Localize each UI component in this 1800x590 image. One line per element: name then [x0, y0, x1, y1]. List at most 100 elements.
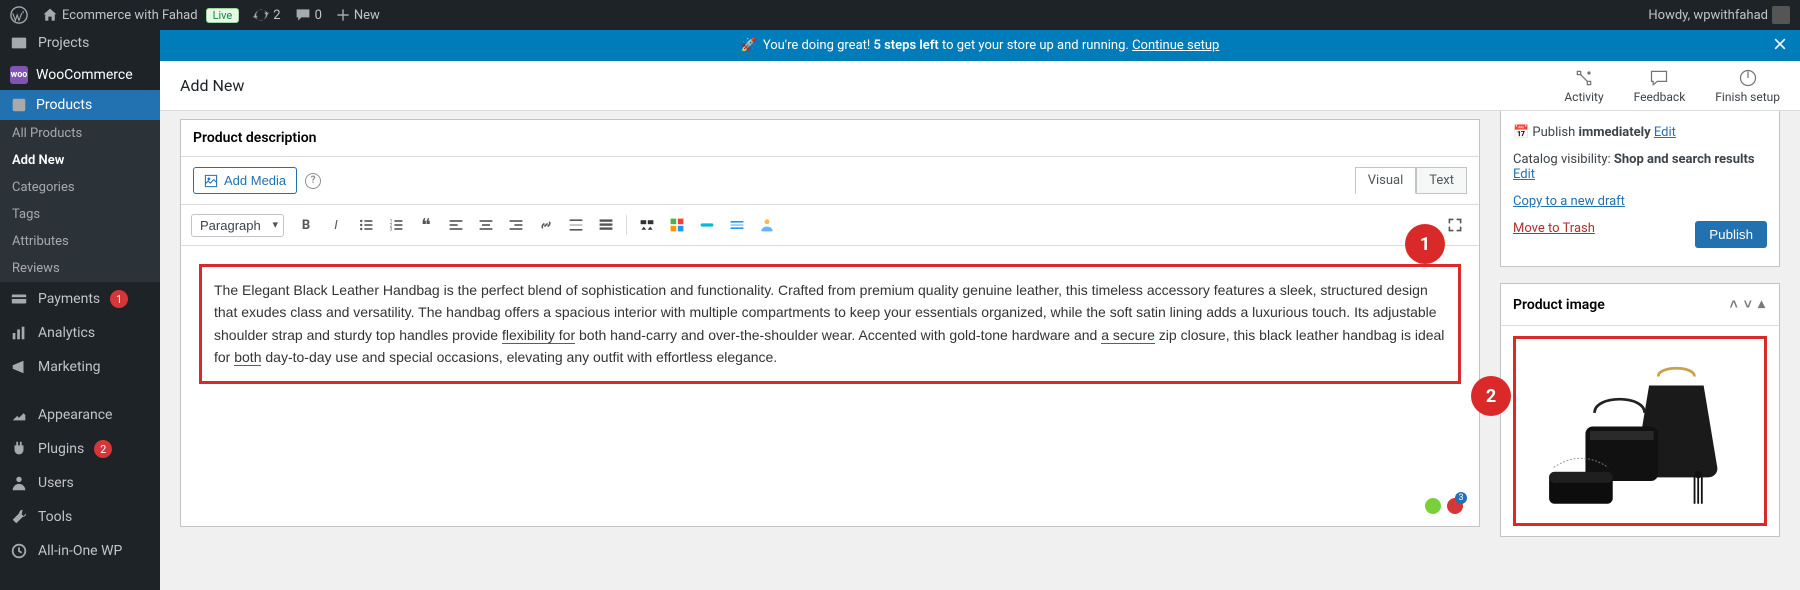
italic-icon[interactable]: I	[322, 211, 350, 239]
howdy-account[interactable]: Howdy, wpwithfahad	[1648, 6, 1790, 24]
marketing-icon	[10, 358, 28, 376]
sidebar-subitem-categories[interactable]: Categories	[0, 174, 160, 201]
site-name: Ecommerce with Fahad	[62, 8, 198, 23]
banner-prefix: You're doing great!	[763, 38, 874, 53]
sidebar-subitem-attributes[interactable]: Attributes	[0, 228, 160, 255]
product-description-box: Product description Add Media ? Visual T…	[180, 119, 1480, 527]
sidebar-label: Analytics	[38, 325, 95, 341]
woocommerce-icon: woo	[10, 66, 28, 84]
plugins-badge: 2	[94, 440, 112, 458]
hr-icon[interactable]	[723, 211, 751, 239]
comments-link[interactable]: 0	[295, 7, 322, 23]
format-select[interactable]: Paragraph	[191, 214, 284, 237]
handbag-image	[1540, 346, 1740, 516]
seo-bad-icon: 3	[1445, 496, 1465, 516]
sidebar-item-appearance[interactable]: Appearance	[0, 398, 160, 432]
panel-up-icon[interactable]: ˄	[1728, 294, 1740, 315]
sidebar-item-tools[interactable]: Tools	[0, 500, 160, 534]
updates-link[interactable]: 2	[253, 7, 280, 23]
user-icon[interactable]	[753, 211, 781, 239]
panel-toggle-icon[interactable]: ▴	[1756, 294, 1767, 315]
analytics-icon	[10, 324, 28, 342]
blockquote-icon[interactable]: ❝	[412, 211, 440, 239]
annotation-marker-2: 2	[1471, 376, 1511, 416]
tab-feedback[interactable]: Feedback	[1634, 68, 1686, 104]
page-title: Add New	[180, 76, 244, 95]
toolbar-toggle-icon[interactable]	[592, 211, 620, 239]
product-image-thumbnail[interactable]	[1513, 336, 1767, 526]
banner-text: You're doing great! 5 steps left to get …	[763, 38, 1220, 53]
backup-icon	[10, 542, 28, 560]
products-icon	[10, 96, 28, 114]
sidebar-subitem-all-products[interactable]: All Products	[0, 120, 160, 147]
editor-body[interactable]: 1 The Elegant Black Leather Handbag is t…	[181, 246, 1479, 526]
admin-bar: Ecommerce with Fahad Live 2 0 New Howdy,…	[0, 0, 1800, 30]
appearance-icon	[10, 406, 28, 424]
live-badge: Live	[206, 8, 240, 23]
updates-count: 2	[273, 8, 280, 23]
sidebar-item-marketing[interactable]: Marketing	[0, 350, 160, 384]
sidebar-item-payments[interactable]: Payments 1	[0, 282, 160, 316]
sidebar-item-analytics[interactable]: Analytics	[0, 316, 160, 350]
align-center-icon[interactable]	[472, 211, 500, 239]
sidebar-item-plugins[interactable]: Plugins 2	[0, 432, 160, 466]
insert-icon[interactable]	[693, 211, 721, 239]
close-icon[interactable]	[1772, 36, 1788, 56]
sidebar-subitem-tags[interactable]: Tags	[0, 201, 160, 228]
sidebar-label: Users	[38, 475, 74, 491]
continue-setup-link[interactable]: Continue setup	[1132, 38, 1219, 53]
sidebar-label: Payments	[38, 291, 100, 307]
sidebar-item-all-in-one[interactable]: All-in-One WP	[0, 534, 160, 568]
bullet-list-icon[interactable]	[352, 211, 380, 239]
align-right-icon[interactable]	[502, 211, 530, 239]
comments-count: 0	[315, 8, 322, 23]
copy-draft-link[interactable]: Copy to a new draft	[1513, 194, 1625, 209]
align-left-icon[interactable]	[442, 211, 470, 239]
panel-down-icon[interactable]: ˅	[1742, 294, 1754, 315]
tab-activity[interactable]: Activity	[1564, 68, 1603, 104]
postbox-title: Product description	[193, 130, 316, 146]
description-text[interactable]: The Elegant Black Leather Handbag is the…	[199, 264, 1461, 384]
link-icon[interactable]	[532, 211, 560, 239]
postbox-header: Product description	[181, 120, 1479, 157]
postbox-title: Product image	[1513, 297, 1605, 313]
fullscreen-icon[interactable]	[1441, 211, 1469, 239]
shortcode-icon[interactable]	[633, 211, 661, 239]
wp-logo[interactable]	[10, 6, 28, 24]
edit-visibility-link[interactable]: Edit	[1513, 167, 1535, 182]
help-icon[interactable]: ?	[305, 173, 321, 189]
editor-tab-visual[interactable]: Visual	[1355, 167, 1417, 194]
tab-label: Finish setup	[1715, 90, 1780, 104]
editor-tab-text[interactable]: Text	[1416, 167, 1467, 194]
sidebar-label: Marketing	[38, 359, 101, 375]
sidebar-label: Products	[36, 97, 92, 113]
tab-finish-setup[interactable]: Finish setup	[1715, 68, 1780, 104]
bold-icon[interactable]: B	[292, 211, 320, 239]
main-content: 🚀 You're doing great! 5 steps left to ge…	[160, 30, 1800, 590]
add-media-button[interactable]: Add Media	[193, 167, 297, 194]
catalog-visibility-row: Catalog visibility: Shop and search resu…	[1513, 146, 1767, 188]
payments-badge: 1	[110, 290, 128, 308]
sidebar-item-projects[interactable]: Projects	[0, 30, 160, 60]
payments-icon	[10, 290, 28, 308]
calendar-icon: 📅	[1513, 125, 1529, 140]
sidebar-item-products[interactable]: Products	[0, 90, 160, 120]
site-home[interactable]: Ecommerce with Fahad Live	[42, 7, 239, 23]
move-to-trash-link[interactable]: Move to Trash	[1513, 221, 1595, 236]
new-label: New	[354, 8, 380, 23]
number-list-icon[interactable]: 123	[382, 211, 410, 239]
sidebar-item-users[interactable]: Users	[0, 466, 160, 500]
sidebar-subitem-add-new[interactable]: Add New	[0, 147, 160, 174]
sidebar-label: Plugins	[38, 441, 84, 457]
edit-schedule-link[interactable]: Edit	[1654, 125, 1676, 140]
new-content[interactable]: New	[336, 8, 380, 23]
yoast-badges[interactable]: 3	[1423, 496, 1465, 516]
readmore-icon[interactable]	[562, 211, 590, 239]
banner-middle: to get your store up and running.	[939, 38, 1132, 53]
sidebar-item-woocommerce[interactable]: woo WooCommerce	[0, 60, 160, 90]
sidebar-subitem-reviews[interactable]: Reviews	[0, 255, 160, 282]
blocks-icon[interactable]	[663, 211, 691, 239]
annotation-marker-1: 1	[1405, 224, 1445, 264]
sidebar-label: Appearance	[38, 407, 112, 423]
publish-button[interactable]: Publish	[1695, 221, 1767, 248]
